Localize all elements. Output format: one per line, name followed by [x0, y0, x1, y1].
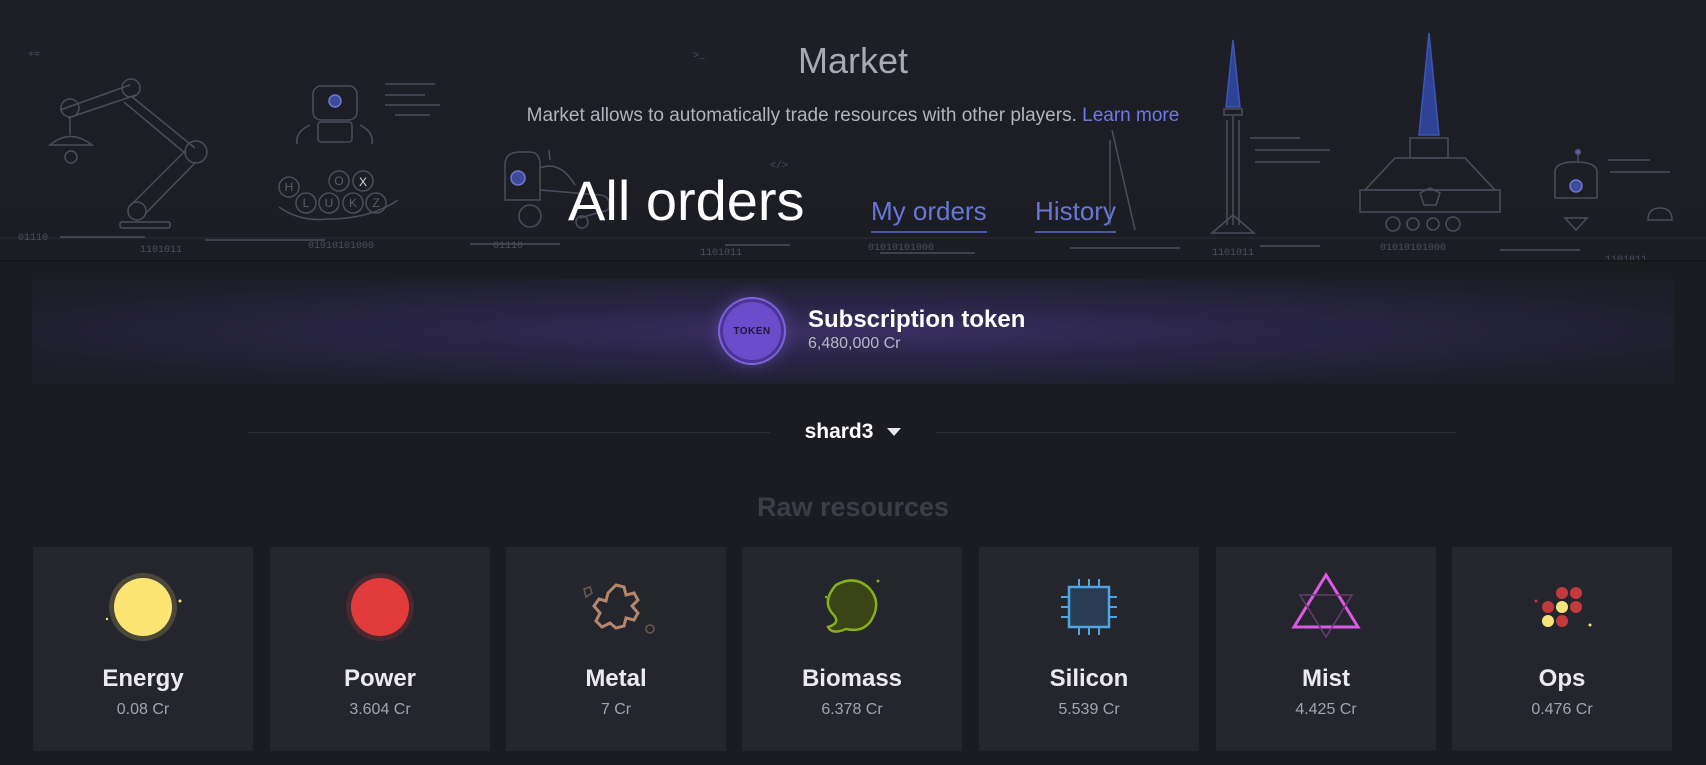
resource-name: Biomass	[801, 665, 903, 692]
tab-all-orders[interactable]: All orders	[568, 168, 805, 233]
binary-text-4: 01110	[493, 241, 523, 252]
page-title: Market	[797, 40, 909, 81]
market-header: 01110 1101011 01010101000 01110 1101011 …	[0, 0, 1706, 262]
resource-name: Power	[343, 665, 417, 692]
binary-text-8: 01010101000	[1380, 243, 1446, 254]
resource-price: 3.604 Cr	[349, 701, 411, 718]
resource-price: 6.378 Cr	[821, 701, 883, 718]
resource-price: 0.08 Cr	[116, 701, 170, 718]
energy-icon	[105, 573, 182, 641]
header-bottom-border	[0, 260, 1706, 262]
raw-resources-title: Raw resources	[756, 492, 950, 522]
resource-name: Mist	[1302, 665, 1350, 692]
shard-dropdown[interactable]: shard3	[780, 416, 926, 448]
binary-text-3: 01010101000	[308, 241, 374, 252]
ops-icon	[1534, 587, 1592, 627]
resource-price: 5.539 Cr	[1058, 701, 1120, 718]
subtitle-text: Market allows to automatically trade res…	[526, 105, 1077, 126]
binary-text-5: 1101011	[700, 248, 742, 259]
resource-card-power[interactable]: Power 3.604 Cr	[270, 547, 490, 751]
shard-dropdown-label: shard3	[804, 420, 874, 443]
binary-text-6: 01010101000	[868, 243, 934, 254]
resource-card-metal[interactable]: Metal 7 Cr	[506, 547, 726, 751]
resource-name: Metal	[585, 665, 647, 692]
power-icon	[346, 573, 414, 641]
resource-price: 0.476 Cr	[1531, 701, 1593, 718]
resource-card-energy[interactable]: Energy 0.08 Cr	[33, 547, 253, 751]
mist-icon	[1291, 572, 1361, 639]
resource-price: 4.425 Cr	[1295, 701, 1357, 718]
resource-name: Energy	[102, 665, 184, 692]
market-tabs: All orders My orders History	[0, 168, 1706, 233]
resource-cards: Energy 0.08 Cr Power 3.604 Cr Metal 7 Cr	[33, 547, 1673, 751]
token-badge-label: TOKEN	[733, 325, 771, 337]
resource-card-mist[interactable]: Mist 4.425 Cr	[1216, 547, 1436, 751]
tab-history[interactable]: History	[1035, 196, 1116, 233]
shard-divider-left	[248, 432, 770, 433]
resource-card-biomass[interactable]: Biomass 6.378 Cr	[742, 547, 962, 751]
biomass-icon	[824, 579, 880, 633]
token-name: Subscription token	[808, 306, 1026, 333]
silicon-icon	[1061, 579, 1117, 635]
token-price: 6,480,000 Cr	[808, 335, 901, 352]
resource-price: 7 Cr	[600, 701, 632, 718]
token-coin-icon: TOKEN	[723, 302, 781, 360]
page-subtitle: Market allows to automatically trade res…	[0, 105, 1706, 127]
binary-text-1: 01110	[18, 233, 48, 244]
resource-name: Silicon	[1049, 665, 1129, 692]
metal-icon	[583, 583, 655, 634]
shard-divider-right	[936, 432, 1456, 433]
resource-name: Ops	[1538, 665, 1586, 692]
caret-down-icon	[887, 428, 902, 436]
binary-text-2: 1101011	[140, 245, 182, 256]
resource-card-ops[interactable]: Ops 0.476 Cr	[1452, 547, 1672, 751]
resource-card-silicon[interactable]: Silicon 5.539 Cr	[979, 547, 1199, 751]
learn-more-link[interactable]: Learn more	[1082, 105, 1179, 126]
tab-my-orders[interactable]: My orders	[871, 196, 987, 233]
binary-text-7: 1101011	[1212, 248, 1254, 259]
